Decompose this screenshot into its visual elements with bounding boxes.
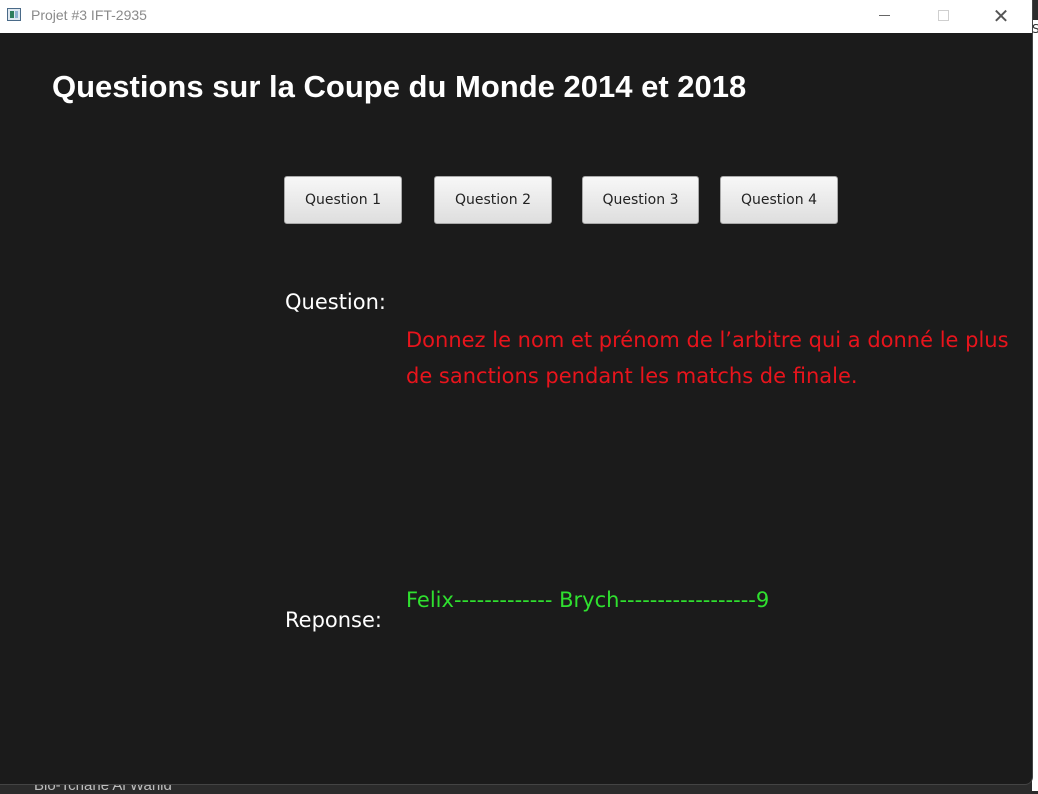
question-3-button[interactable]: Question 3 <box>582 176 699 224</box>
minimize-icon <box>878 15 890 16</box>
question-4-button[interactable]: Question 4 <box>720 176 838 224</box>
question-2-button[interactable]: Question 2 <box>434 176 552 224</box>
question-label: Question: <box>285 290 387 314</box>
minimize-button[interactable] <box>861 0 907 31</box>
maximize-button[interactable] <box>920 0 966 31</box>
response-text: Felix------------- Brych----------------… <box>406 588 770 612</box>
question-text: Donnez le nom et prénom de l’arbitre qui… <box>406 328 1009 388</box>
response-label: Reponse: <box>285 608 382 632</box>
close-icon: ✕ <box>992 3 1010 28</box>
app-window: Projet #3 IFT-2935 ✕ Questions sur la Co… <box>0 0 1033 785</box>
main-content: Questions sur la Coupe du Monde 2014 et … <box>0 33 1032 784</box>
window-title: Projet #3 IFT-2935 <box>31 7 147 23</box>
page-title: Questions sur la Coupe du Monde 2014 et … <box>52 69 747 104</box>
close-button[interactable]: ✕ <box>978 0 1024 31</box>
java-app-icon <box>7 8 21 21</box>
question-1-button[interactable]: Question 1 <box>284 176 402 224</box>
maximize-icon <box>937 10 949 21</box>
title-bar[interactable]: Projet #3 IFT-2935 ✕ <box>0 0 1032 33</box>
